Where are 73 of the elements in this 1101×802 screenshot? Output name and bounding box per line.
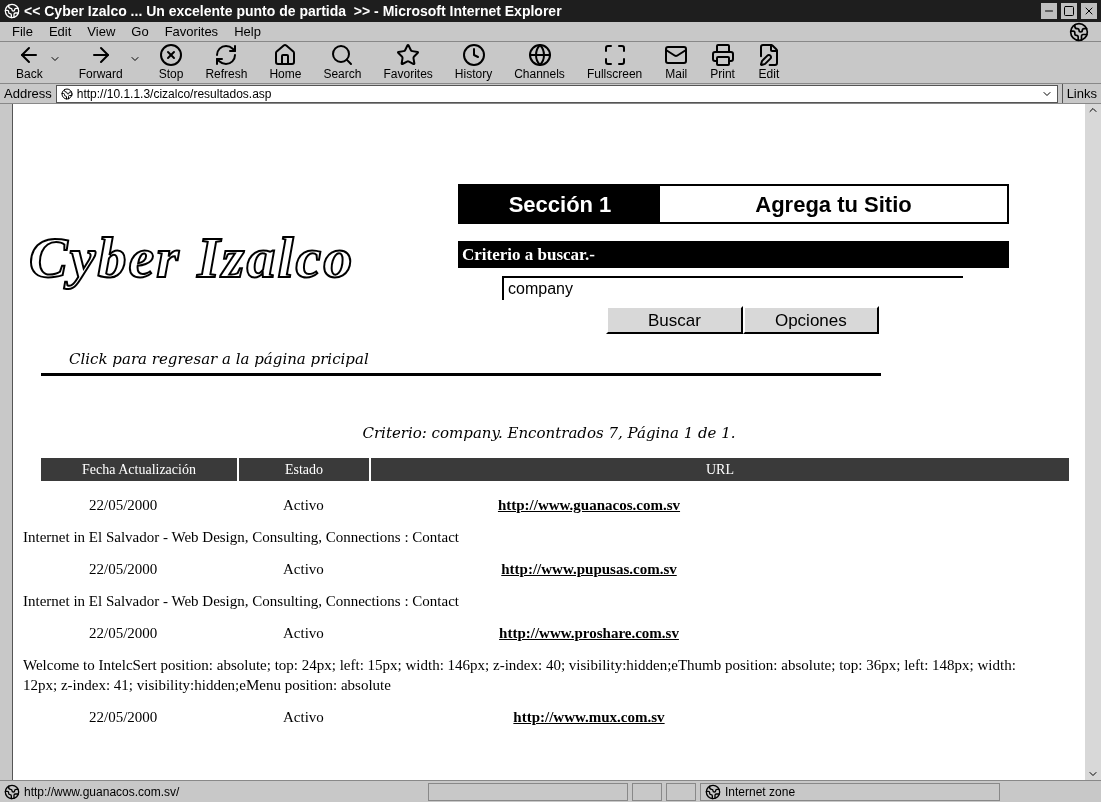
date-cell-text: 22/05/2000: [88, 559, 159, 579]
search-summary: Criterio: company. Encontrados 7, Página 1 de 1.: [362, 422, 736, 444]
close-button[interactable]: [1081, 3, 1097, 19]
stop-icon: [159, 43, 184, 67]
status-cell-text: Activo: [282, 495, 325, 515]
url-link[interactable]: http://www.proshare.com.sv: [499, 621, 679, 645]
toolbar-button[interactable]: Edit: [752, 43, 785, 81]
url-link[interactable]: http://www.guanacos.com.sv: [497, 493, 681, 517]
form-button[interactable]: Buscar: [606, 306, 743, 334]
page-icon: [60, 87, 73, 100]
status-cell-text: Activo: [282, 559, 325, 579]
date-cell-text: 22/05/2000: [88, 707, 159, 727]
browser-logo-icon: [1069, 21, 1089, 42]
toolbar-button[interactable]: Home: [265, 43, 306, 81]
clock-icon: [461, 43, 486, 67]
date-cell-text: 22/05/2000: [88, 623, 159, 643]
toolbar-button[interactable]: Print: [706, 43, 739, 81]
menu-item[interactable]: Go: [131, 21, 149, 42]
site-logo[interactable]: Cyber Izalco: [29, 226, 458, 290]
menu-item[interactable]: View: [87, 21, 116, 42]
globe-icon: [527, 43, 552, 67]
status-cell-text: Activo: [282, 623, 325, 643]
toolbar-button[interactable]: Forward: [74, 43, 127, 81]
site-description: Welcome to IntelcSert position: absolute; top: 24px; left: 15px; width: 146px; z-index: 40; visibility:hidden;eThumb position: absolute; top: 36px; left: 148px; width: 12px; z-index: 41; visibility:hidden;eMenu position: absolute: [23, 656, 1017, 695]
refresh-icon: [214, 43, 239, 67]
site-description: Internet in El Salvador - Web Design, Consulting, Connections : Contact: [23, 528, 460, 547]
app-icon: [4, 3, 20, 19]
maximize-button[interactable]: [1061, 3, 1077, 19]
mail-icon: [664, 43, 689, 67]
menu-item[interactable]: Edit: [48, 21, 72, 42]
address-field[interactable]: http://10.1.1.3/cizalco/resultados.asp: [55, 84, 1058, 103]
close-icon: [1083, 5, 1095, 17]
vertical-scrollbar[interactable]: [1085, 104, 1101, 780]
column-header: URL: [371, 458, 1069, 481]
menu-item[interactable]: Favorites: [164, 21, 219, 42]
window-title: << Cyber Izalco ... Un excelente punto de partida >> - Microsoft Internet Explorer: [24, 1, 563, 21]
column-header: Estado: [239, 458, 369, 481]
address-label: Address: [4, 84, 52, 103]
toolbar-button[interactable]: History: [450, 43, 497, 81]
printer-icon: [710, 43, 735, 67]
star-icon: [396, 43, 421, 67]
site-description: Internet in El Salvador - Web Design, Consulting, Connections : Contact: [23, 592, 460, 611]
maximize-icon: [1063, 5, 1075, 17]
toolbar-button[interactable]: Fullscreen: [582, 43, 647, 81]
back-link[interactable]: Click para regresar a la página pricipal: [69, 348, 458, 371]
date-cell-text: 22/05/2000: [88, 495, 159, 515]
column-header: Fecha Actualización: [41, 458, 237, 481]
toolbar-button[interactable]: Channels: [510, 43, 569, 81]
page-icon: [4, 783, 20, 800]
menu-item[interactable]: Help: [234, 21, 261, 42]
form-button[interactable]: Opciones: [742, 306, 879, 334]
home-icon: [273, 43, 298, 67]
search-heading: Criterio a buscar.-: [458, 241, 1009, 268]
status-text: http://www.guanacos.com.sv/: [24, 783, 181, 801]
menu-item[interactable]: File: [12, 21, 33, 42]
toolbar-button[interactable]: Back: [12, 43, 47, 81]
status-cell-text: Activo: [282, 707, 325, 727]
links-label[interactable]: Links: [1061, 83, 1097, 104]
minimize-button[interactable]: [1041, 3, 1057, 19]
url-link[interactable]: http://www.pupusas.com.sv: [501, 557, 677, 581]
status-pane: [632, 782, 662, 801]
search-icon: [330, 43, 355, 67]
toolbar-button[interactable]: Search: [319, 43, 366, 81]
toolbar-button[interactable]: Stop: [154, 43, 188, 81]
zone-text: Internet zone: [725, 783, 796, 801]
toolbar-button[interactable]: Refresh: [201, 43, 252, 81]
status-pane: [666, 782, 696, 801]
zone-icon: [705, 783, 721, 800]
url-link[interactable]: http://www.mux.com.sv: [513, 705, 665, 729]
search-field[interactable]: company: [502, 276, 963, 300]
section-tab[interactable]: Sección 1: [460, 186, 660, 222]
toolbar-button[interactable]: Mail: [660, 43, 693, 81]
toolbar-button[interactable]: Favorites: [379, 43, 437, 81]
